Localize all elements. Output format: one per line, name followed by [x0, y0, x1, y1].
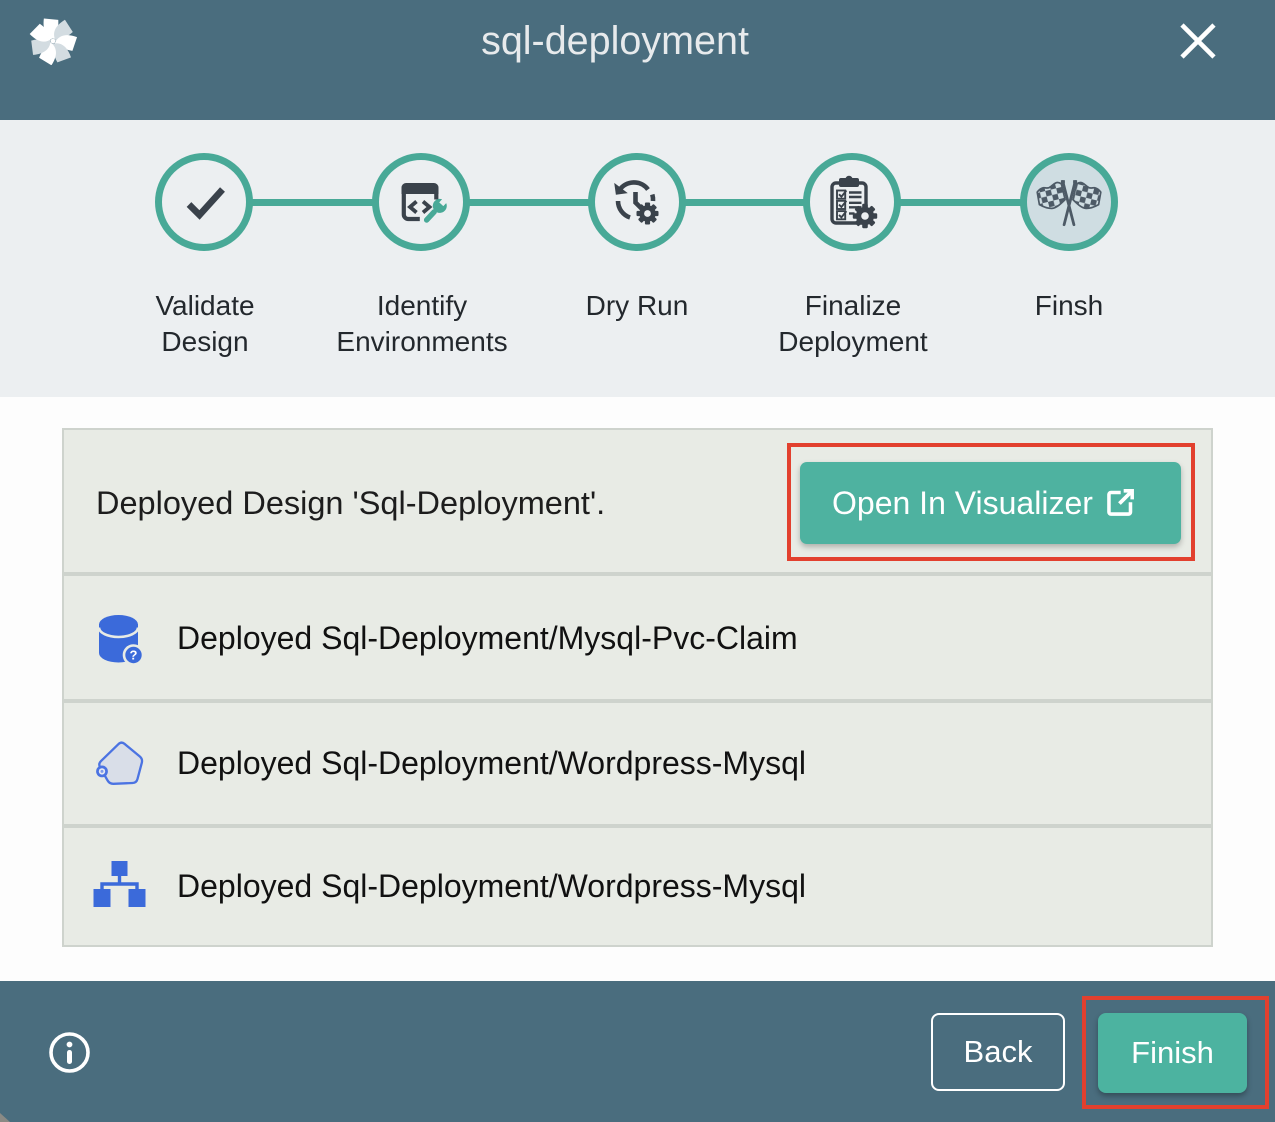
svg-text:?: ?	[130, 648, 138, 663]
